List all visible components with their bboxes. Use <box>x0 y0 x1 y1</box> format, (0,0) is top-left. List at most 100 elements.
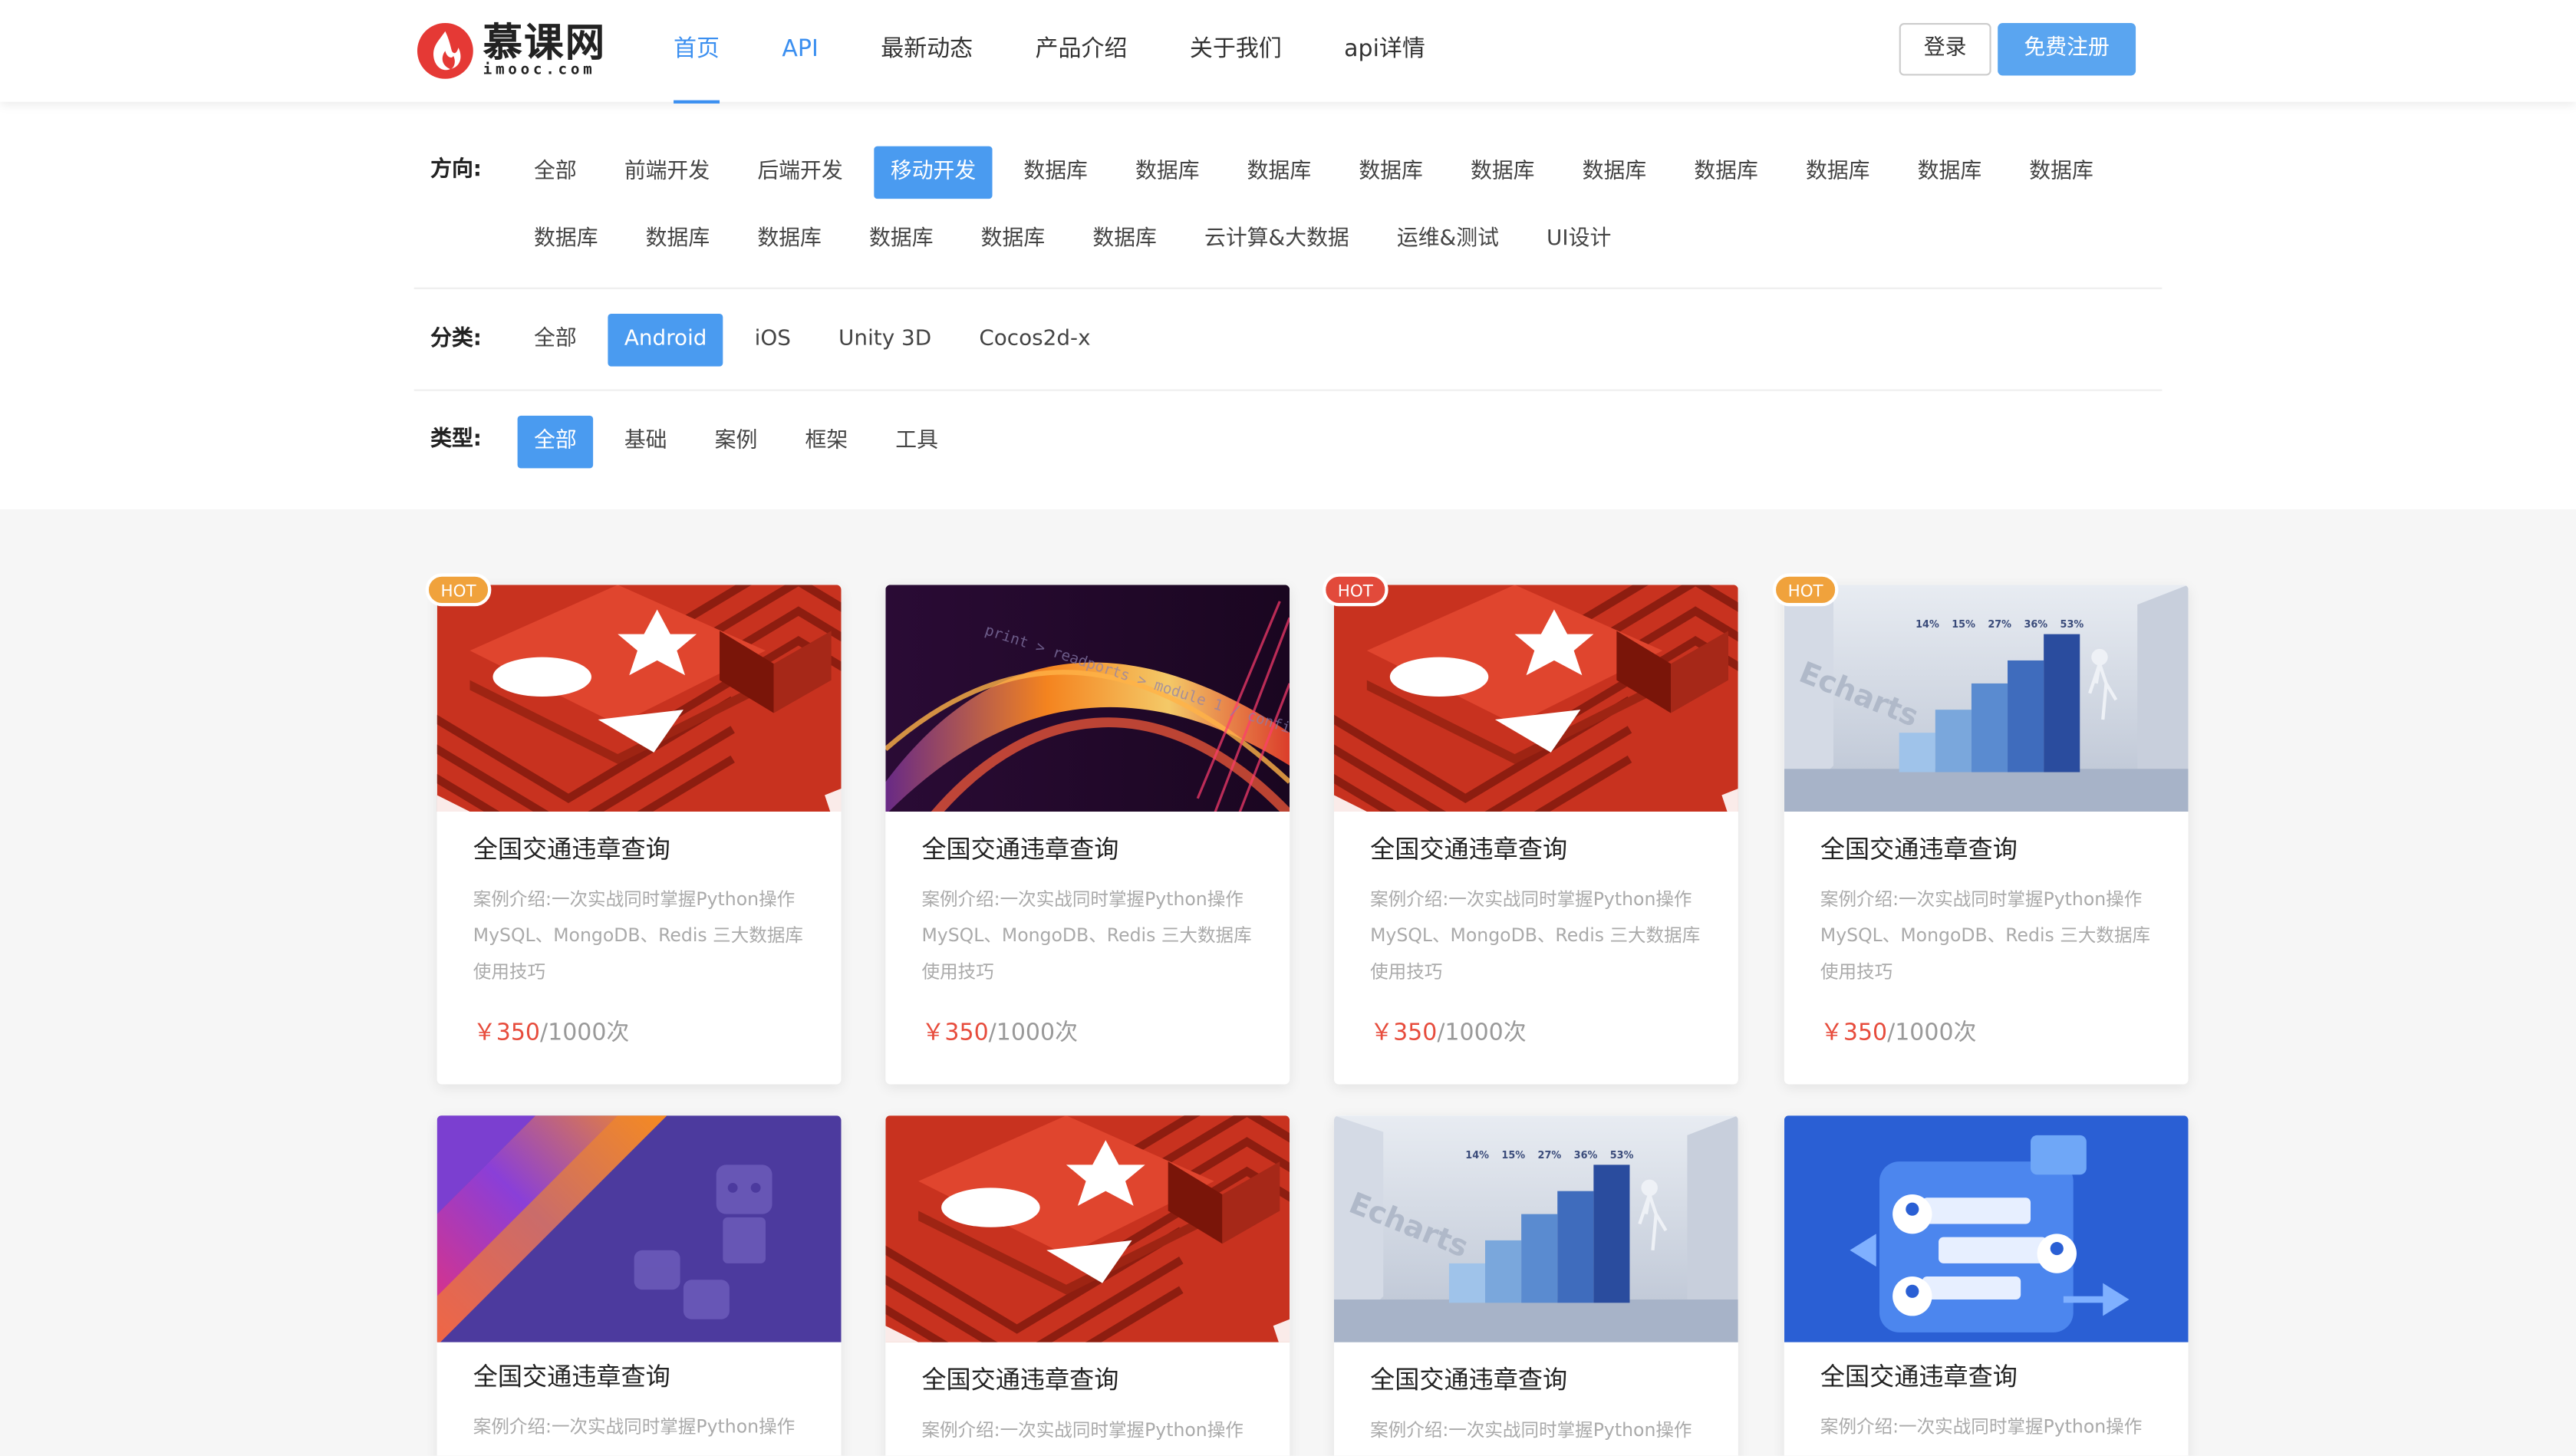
course-price: ￥350/1000次 <box>921 1016 1078 1049</box>
flame-logo-icon <box>417 22 473 79</box>
filter-tag[interactable]: 数据库 <box>1007 147 1104 199</box>
price-value: ￥350 <box>921 1020 989 1047</box>
course-description: 案例介绍:一次实战同时掌握Python操作 <box>1370 1419 1692 1441</box>
echarts-percent-label: 36% <box>1574 1150 1598 1161</box>
echarts-percent-label: 36% <box>2024 619 2047 631</box>
filter-tag[interactable]: 数据库 <box>853 213 950 266</box>
course-thumbnail[interactable] <box>885 1115 1290 1342</box>
nav-item[interactable]: API <box>782 0 818 102</box>
price-value: ￥350 <box>1370 1020 1438 1047</box>
hot-badge: HOT <box>1772 573 1839 607</box>
course-title[interactable]: 全国交通违章查询 <box>473 1359 670 1393</box>
echarts-percent-label: 15% <box>1501 1150 1525 1161</box>
filter-tag[interactable]: 数据库 <box>518 213 614 266</box>
register-button[interactable]: 免费注册 <box>1998 22 2136 76</box>
course-card[interactable]: 全国交通违章查询案例介绍:一次实战同时掌握Python操作MySQL、Mongo… <box>436 585 842 1085</box>
filter-tag[interactable]: 案例 <box>698 416 774 469</box>
filter-tag[interactable]: 全部 <box>518 147 594 199</box>
filter-tag[interactable]: 数据库 <box>1230 147 1327 199</box>
course-title[interactable]: 全国交通违章查询 <box>921 832 1118 866</box>
filter-tag[interactable]: Cocos2d-x <box>963 314 1107 367</box>
nav-item[interactable]: 最新动态 <box>881 0 973 102</box>
filter-tag[interactable]: 数据库 <box>1790 147 1886 199</box>
logo[interactable]: 慕课网 imooc.com <box>417 20 631 82</box>
course-description: 案例介绍:一次实战同时掌握Python操作MySQL、MongoDB、Redis… <box>1370 888 1701 983</box>
filter-tags-category: 全部 Android iOS Unity 3D Cocos2d-x <box>518 314 2144 381</box>
course-description: 案例介绍:一次实战同时掌握Python操作 <box>473 1416 796 1438</box>
course-title[interactable]: 全国交通违章查询 <box>1370 1362 1567 1396</box>
login-button[interactable]: 登录 <box>1899 22 1991 76</box>
course-card[interactable]: 全国交通违章查询案例介绍:一次实战同时掌握Python操作 <box>1784 1115 2189 1456</box>
course-title[interactable]: 全国交通违章查询 <box>921 1362 1118 1396</box>
filter-tag[interactable]: 数据库 <box>964 213 1061 266</box>
filter-tag[interactable]: 数据库 <box>629 213 726 266</box>
course-description: 案例介绍:一次实战同时掌握Python操作MySQL、MongoDB、Redis… <box>1820 888 2151 983</box>
filter-label-type: 类型: <box>430 427 482 452</box>
filter-row-category: 分类: 全部 Android iOS Unity 3D Cocos2d-x <box>413 314 2163 391</box>
filter-tag[interactable]: 数据库 <box>1454 147 1551 199</box>
filter-tag[interactable]: iOS <box>738 314 807 367</box>
echarts-percent-label: 27% <box>1538 1150 1562 1161</box>
filter-tag[interactable]: 数据库 <box>2013 147 2110 199</box>
filter-tag[interactable]: 移动开发 <box>874 146 993 199</box>
filter-tag[interactable]: 工具 <box>879 416 955 469</box>
course-description: 案例介绍:一次实战同时掌握Python操作MySQL、MongoDB、Redis… <box>473 888 803 983</box>
nav-item[interactable]: 产品介绍 <box>1036 0 1128 102</box>
filter-panel: 方向: 全部 前端开发 后端开发 移动开发 数据库 数据库 数据库 数据库 数据库 数据库 数据库数… <box>0 101 2576 509</box>
course-price: ￥350/1000次 <box>1820 1016 1977 1049</box>
filter-tag[interactable]: 全部 <box>518 314 594 367</box>
nav-item[interactable]: api详情 <box>1344 0 1425 102</box>
filter-tag[interactable]: 运维&测试 <box>1380 213 1515 266</box>
filter-tag[interactable]: 前端开发 <box>608 147 726 199</box>
filter-tag[interactable]: 数据库 <box>1119 147 1216 199</box>
filter-tag[interactable]: 后端开发 <box>741 147 859 199</box>
course-thumbnail[interactable]: Echarts 14% 15% 27% 36% 53% <box>1784 585 2189 812</box>
filter-tag[interactable]: 全部 <box>517 415 594 469</box>
filter-label-category: 分类: <box>430 327 482 352</box>
price-unit: /1000次 <box>540 1020 630 1047</box>
filter-tag[interactable]: 框架 <box>789 416 865 469</box>
filter-tag[interactable]: 数据库 <box>1678 147 1774 199</box>
course-card[interactable]: Echarts 14% 15% 27% 36% 53% 全国交通违章查询 案例介绍:一次实… <box>1784 585 2189 1085</box>
logo-text: 慕课网 <box>483 19 607 66</box>
echarts-percent-label: 15% <box>1952 619 1975 631</box>
hot-badge: HOT <box>1322 573 1388 607</box>
filter-tag[interactable]: 数据库 <box>1901 147 1998 199</box>
filter-tag[interactable]: 基础 <box>608 416 684 469</box>
course-card[interactable]: print > readports > module 1 / configura… <box>885 585 1290 1085</box>
course-thumbnail[interactable]: print > readports > module 1 / configura… <box>885 585 1290 812</box>
course-title[interactable]: 全国交通违章查询 <box>1820 1359 2018 1393</box>
price-unit: /1000次 <box>988 1020 1079 1047</box>
course-price: ￥350/1000次 <box>1370 1016 1527 1049</box>
filter-tags-type: 全部 基础 案例 框架 工具 <box>517 415 2144 483</box>
nav-item[interactable]: 关于我们 <box>1190 0 1282 102</box>
echarts-percent-label: 14% <box>1916 619 1939 631</box>
course-title[interactable]: 全国交通违章查询 <box>1820 832 2018 866</box>
filter-tag[interactable]: 数据库 <box>741 213 838 266</box>
filter-tag[interactable]: Unity 3D <box>822 314 948 367</box>
course-card[interactable]: 全国交通违章查询案例介绍:一次实战同时掌握Python操作MySQL、Mongo… <box>1333 585 1738 1085</box>
filter-label-direction: 方向: <box>430 157 482 183</box>
filter-tag[interactable]: 数据库 <box>1076 213 1173 266</box>
course-card[interactable]: Echarts 14% 15% 27% 36% 53% 全国交通违章查询 案例介绍:一次实… <box>1333 1115 1738 1456</box>
course-card[interactable]: 全国交通违章查询 案例介绍:一次实战同时掌握Python操作 <box>885 1115 1290 1456</box>
course-thumbnail[interactable] <box>436 1115 842 1342</box>
echarts-percent-label: 27% <box>1988 619 2011 631</box>
course-description: 案例介绍:一次实战同时掌握Python操作 <box>1820 1416 2143 1438</box>
course-thumbnail[interactable] <box>436 585 842 812</box>
filter-row-direction: 方向: 全部 前端开发 后端开发 移动开发 数据库 数据库 数据库 数据库 数据库 数据库 数据库数… <box>413 146 2163 289</box>
course-thumbnail[interactable] <box>1784 1115 2189 1342</box>
filter-tag[interactable]: 数据库 <box>1566 147 1662 199</box>
filter-tag[interactable]: 数据库 <box>1342 147 1439 199</box>
course-card[interactable]: 全国交通违章查询案例介绍:一次实战同时掌握Python操作 <box>436 1115 842 1456</box>
echarts-percent-label: 14% <box>1465 1150 1489 1161</box>
course-title[interactable]: 全国交通违章查询 <box>1370 832 1567 866</box>
nav-item[interactable]: 首页 <box>674 0 720 104</box>
course-thumbnail[interactable]: Echarts 14% 15% 27% 36% 53% <box>1333 1115 1738 1342</box>
filter-tag[interactable]: Android <box>608 314 723 367</box>
filter-tag[interactable]: 云计算&大数据 <box>1188 213 1366 266</box>
course-thumbnail[interactable] <box>1333 585 1738 812</box>
course-price: ￥350/1000次 <box>473 1016 630 1049</box>
course-title[interactable]: 全国交通违章查询 <box>473 832 670 866</box>
filter-tag[interactable]: UI设计 <box>1530 213 1628 266</box>
